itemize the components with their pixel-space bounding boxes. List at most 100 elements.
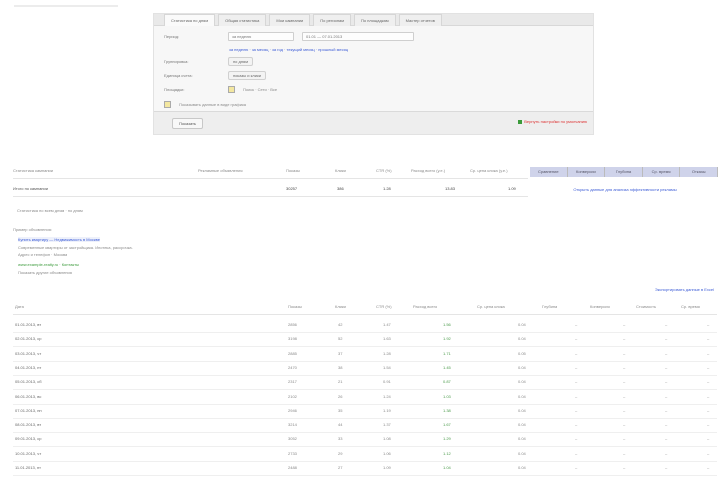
cell-price: – bbox=[665, 407, 668, 413]
unit-select[interactable]: показы и клики bbox=[228, 71, 266, 80]
cell-price: – bbox=[665, 422, 668, 428]
detail-header-depth[interactable]: Глубина bbox=[542, 304, 557, 309]
ad-preview-extra: Показать другие объявления bbox=[18, 270, 72, 275]
comparison-tab[interactable]: Глубина bbox=[605, 167, 643, 177]
summary-header-cpc: Ср. цена клика (у.е.) bbox=[470, 168, 508, 173]
table-row: 11.01.2013, пт 2488 27 1.09 1.04 0.04 – – – – bbox=[13, 461, 717, 476]
cell-time: – bbox=[707, 379, 710, 385]
cell-date: 01.01.2013, вт bbox=[15, 322, 42, 327]
ad-preview-title[interactable]: Купить квартиру — Недвижимость в Москве bbox=[18, 237, 100, 242]
cell-cpc: 0.04 bbox=[518, 322, 526, 327]
table-row: 10.01.2013, чт 2733 29 1.06 1.12 0.04 – – – – bbox=[13, 447, 717, 462]
sites-checkbox[interactable] bbox=[228, 86, 235, 93]
cell-ctr: 1.24 bbox=[383, 393, 391, 399]
detail-header-conversion[interactable]: Конверсия bbox=[590, 304, 610, 309]
cell-impressions: 2317 bbox=[288, 379, 297, 385]
graph-checkbox[interactable] bbox=[164, 101, 171, 108]
comparison-link[interactable]: Открыть данные для анализа эффективности… bbox=[570, 187, 680, 192]
cell-date: 06.01.2013, вс bbox=[15, 393, 42, 399]
tab-campaigns[interactable]: Мои кампании bbox=[269, 14, 311, 26]
tab-daily-stats[interactable]: Статистика по дням bbox=[164, 14, 216, 26]
cell-impressions: 2733 bbox=[288, 450, 297, 456]
comparison-tab[interactable]: Конверсии bbox=[568, 167, 606, 177]
cell-time: – bbox=[707, 465, 710, 470]
cell-ctr: 1.63 bbox=[383, 336, 391, 342]
detail-header-date[interactable]: Дата bbox=[15, 304, 24, 309]
cell-date: 08.01.2013, вт bbox=[15, 422, 42, 428]
cell-time: – bbox=[707, 350, 710, 356]
cell-cpc: 0.04 bbox=[518, 379, 526, 385]
cell-time: – bbox=[707, 450, 710, 456]
cell-conversion: – bbox=[623, 422, 626, 428]
sites-options[interactable]: Поиск · Сети · Все bbox=[243, 87, 277, 92]
summary-total-label: Итого по кампании bbox=[13, 186, 48, 191]
cell-cpc: 0.04 bbox=[518, 407, 526, 413]
cell-conversion: – bbox=[623, 393, 626, 399]
cell-clicks: 27 bbox=[338, 465, 343, 470]
tab-general-stats[interactable]: Общая статистика bbox=[218, 14, 267, 26]
comparison-tabs: Сравнение Конверсии Глубина Ср. время От… bbox=[530, 167, 718, 177]
cell-depth: – bbox=[575, 465, 578, 470]
detail-header-cost[interactable]: Расход всего bbox=[413, 304, 437, 309]
cell-clicks: 35 bbox=[338, 407, 343, 413]
cell-date: 09.01.2013, ср bbox=[15, 436, 42, 442]
grouping-select[interactable]: по дням bbox=[228, 57, 253, 66]
detail-header-impressions[interactable]: Показы bbox=[288, 304, 302, 309]
cell-conversion: – bbox=[623, 364, 626, 370]
cell-impressions: 3214 bbox=[288, 422, 297, 428]
cell-time: – bbox=[707, 422, 710, 428]
period-label: Период: bbox=[164, 34, 180, 39]
cell-price: – bbox=[665, 465, 668, 470]
summary-total-clicks: 386 bbox=[337, 186, 344, 191]
tab-sites[interactable]: По площадкам bbox=[354, 14, 396, 26]
cell-price: – bbox=[665, 336, 668, 342]
apply-button[interactable]: Показать bbox=[172, 118, 204, 129]
tab-regions[interactable]: По регионам bbox=[313, 14, 352, 26]
export-link[interactable]: Экспортировать данные в Excel bbox=[655, 287, 714, 292]
cell-ctr: 1.08 bbox=[383, 436, 391, 442]
summary-total-impressions: 30257 bbox=[286, 186, 298, 191]
ad-preview-caption: Пример объявления: bbox=[13, 227, 53, 232]
detail-header-ctr[interactable]: CTR (%) bbox=[376, 304, 392, 309]
ad-preview-url[interactable]: www.example-realty.ru · Контакты bbox=[18, 262, 79, 267]
cell-clicks: 26 bbox=[338, 393, 343, 399]
summary-header-cost: Расход всего (у.е.) bbox=[411, 168, 446, 173]
unit-row: Единица счета: показы и клики bbox=[164, 71, 266, 80]
comparison-tab[interactable]: Отказы bbox=[680, 167, 718, 177]
ad-preview-line2: Адрес и телефон · Москва bbox=[18, 252, 68, 257]
table-row: 06.01.2013, вс 2102 26 1.24 1.03 0.04 – – – – bbox=[13, 390, 717, 405]
cell-cost: 1.38 bbox=[443, 407, 451, 413]
cell-price: – bbox=[665, 393, 668, 399]
cell-ctr: 1.28 bbox=[383, 350, 391, 356]
detail-header-row: Дата Показы Клики CTR (%) Расход всего С… bbox=[13, 300, 717, 315]
comparison-tab[interactable]: Сравнение bbox=[530, 167, 568, 177]
comparison-tab[interactable]: Ср. время bbox=[643, 167, 681, 177]
cell-clicks: 38 bbox=[338, 364, 343, 370]
tab-report-wizard[interactable]: Мастер отчетов bbox=[398, 14, 442, 26]
cell-clicks: 29 bbox=[338, 450, 343, 456]
date-range-input[interactable]: 01.01 — 07.01.2013 bbox=[302, 32, 414, 41]
cell-time: – bbox=[707, 407, 710, 413]
cell-conversion: – bbox=[623, 407, 626, 413]
cell-time: – bbox=[707, 393, 710, 399]
reset-settings-link[interactable]: Вернуть настройки по умолчанию bbox=[518, 119, 587, 124]
sites-label: Площадки: bbox=[164, 87, 185, 92]
cell-impressions: 3052 bbox=[288, 436, 297, 442]
detail-header-price[interactable]: Стоимость bbox=[636, 304, 656, 309]
detail-header-clicks[interactable]: Клики bbox=[335, 304, 346, 309]
cell-impressions: 3198 bbox=[288, 336, 297, 342]
detail-header-time[interactable]: Ср. время bbox=[681, 304, 700, 309]
cell-clicks: 37 bbox=[338, 350, 343, 356]
period-select[interactable]: за неделю bbox=[228, 32, 294, 41]
cell-impressions: 2885 bbox=[288, 350, 297, 356]
stats-tab-bar: Статистика по дням Общая статистика Мои … bbox=[154, 14, 593, 26]
cell-ctr: 1.09 bbox=[383, 465, 391, 470]
cell-clicks: 21 bbox=[338, 379, 343, 385]
cell-conversion: – bbox=[623, 450, 626, 456]
detail-header-cpc[interactable]: Ср. цена клика bbox=[477, 304, 505, 309]
cell-cpc: 0.04 bbox=[518, 364, 526, 370]
cell-cost: 1.67 bbox=[443, 422, 451, 428]
period-shortcut-links[interactable]: за неделю · за месяц · за год · текущий … bbox=[229, 47, 348, 52]
cell-depth: – bbox=[575, 407, 578, 413]
cell-cpc: 0.04 bbox=[518, 422, 526, 428]
